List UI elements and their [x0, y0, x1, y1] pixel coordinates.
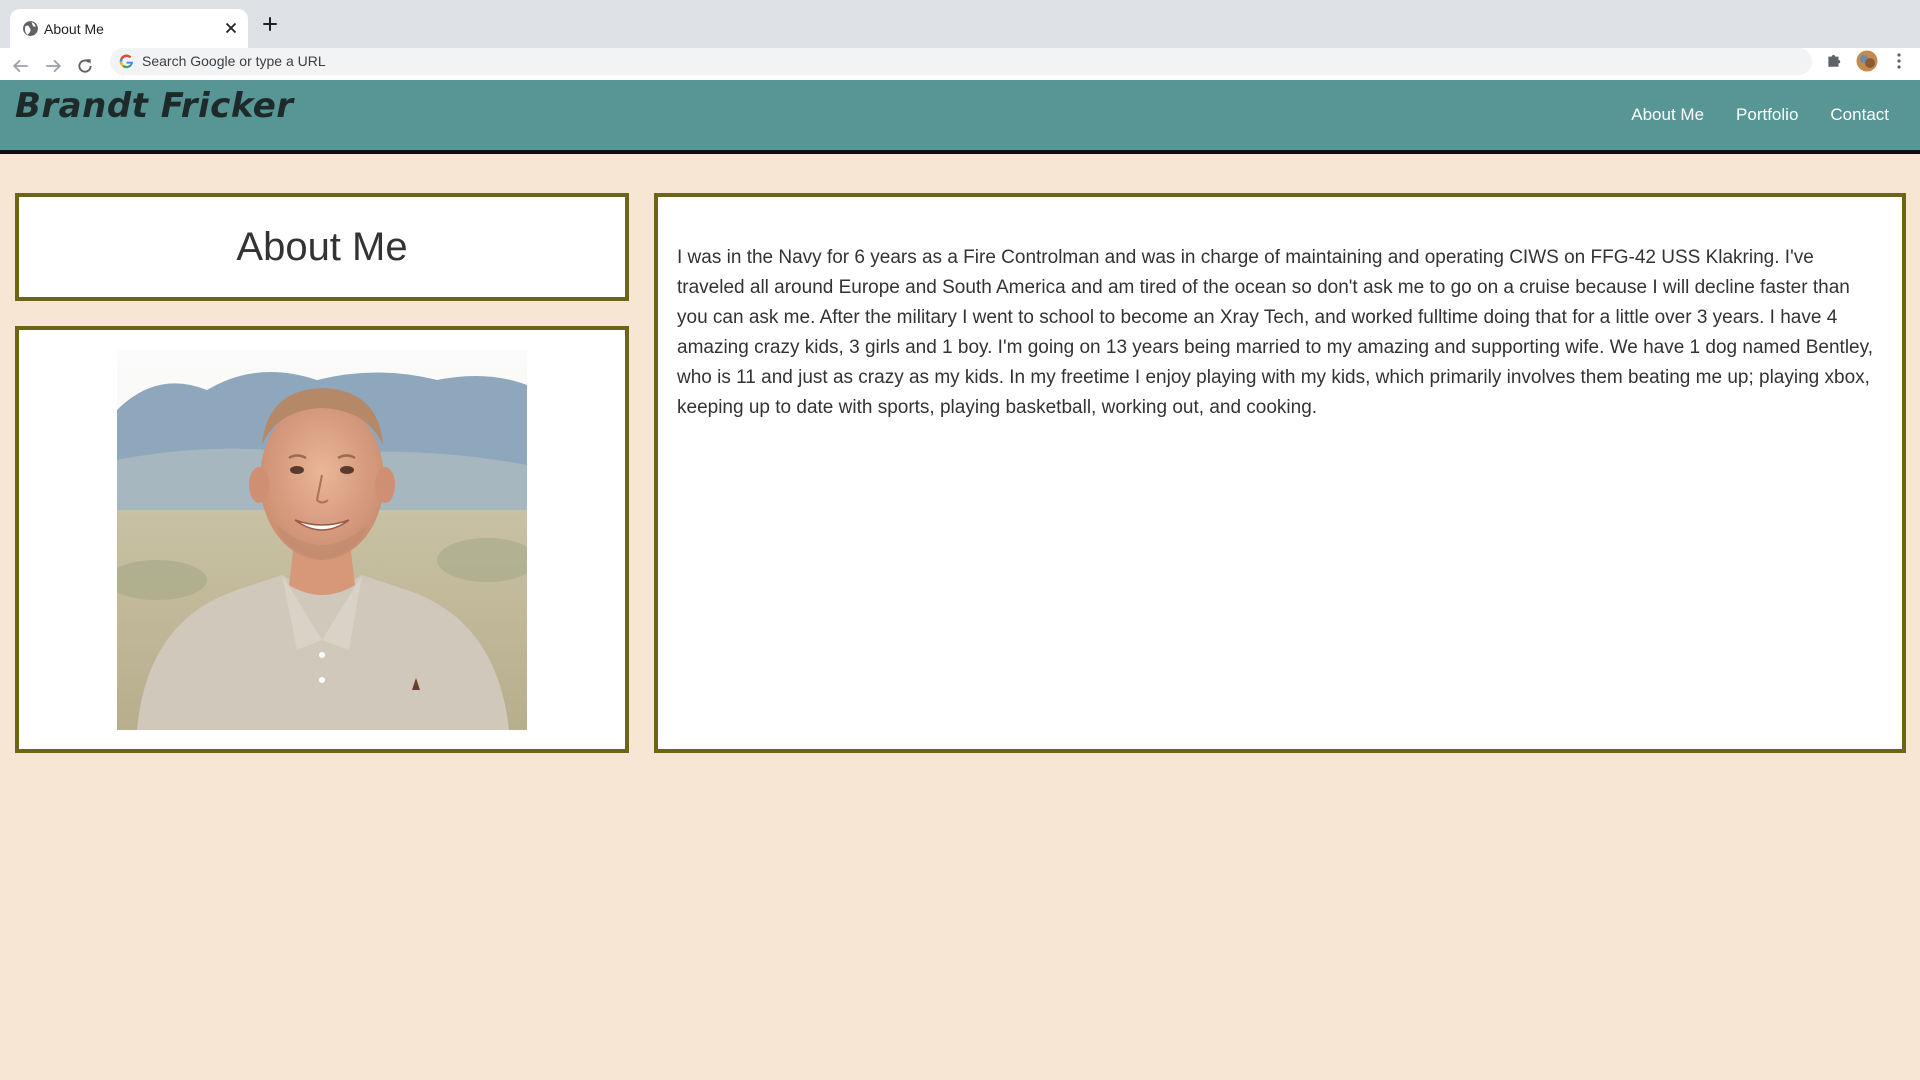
forward-arrow-icon[interactable] — [44, 57, 62, 75]
profile-photo-card — [15, 326, 629, 753]
bio-paragraph: I was in the Navy for 6 years as a Fire … — [677, 247, 1873, 418]
profile-avatar[interactable] — [1856, 50, 1878, 72]
address-bar[interactable]: Search Google or type a URL — [110, 48, 1812, 75]
extensions-puzzle-icon[interactable] — [1825, 51, 1843, 69]
browser-tab[interactable]: About Me — [10, 9, 248, 48]
site-header: Brandt Fricker About Me Portfolio Contac… — [0, 80, 1920, 154]
google-g-icon — [119, 54, 134, 69]
close-icon[interactable] — [222, 19, 240, 37]
site-brand-logo[interactable]: Brandt Fricker — [15, 86, 294, 126]
reload-icon[interactable] — [76, 57, 94, 75]
site-nav: About Me Portfolio Contact — [1631, 105, 1889, 125]
more-menu-icon[interactable] — [1891, 52, 1907, 70]
nav-link-portfolio[interactable]: Portfolio — [1736, 105, 1798, 125]
bio-card: I was in the Navy for 6 years as a Fire … — [654, 193, 1906, 753]
page-body: Brandt Fricker About Me Portfolio Contac… — [0, 80, 1920, 1080]
page-title: About Me — [236, 225, 408, 269]
nav-link-contact[interactable]: Contact — [1830, 105, 1889, 125]
profile-photo — [117, 350, 527, 730]
browser-tabstrip: About Me — [0, 0, 1920, 48]
about-heading-card: About Me — [15, 193, 629, 301]
back-arrow-icon[interactable] — [12, 57, 30, 75]
globe-icon — [23, 21, 38, 36]
nav-link-about-me[interactable]: About Me — [1631, 105, 1704, 125]
tab-title: About Me — [44, 21, 104, 37]
address-bar-placeholder: Search Google or type a URL — [142, 53, 326, 69]
new-tab-plus-icon[interactable] — [261, 15, 279, 33]
